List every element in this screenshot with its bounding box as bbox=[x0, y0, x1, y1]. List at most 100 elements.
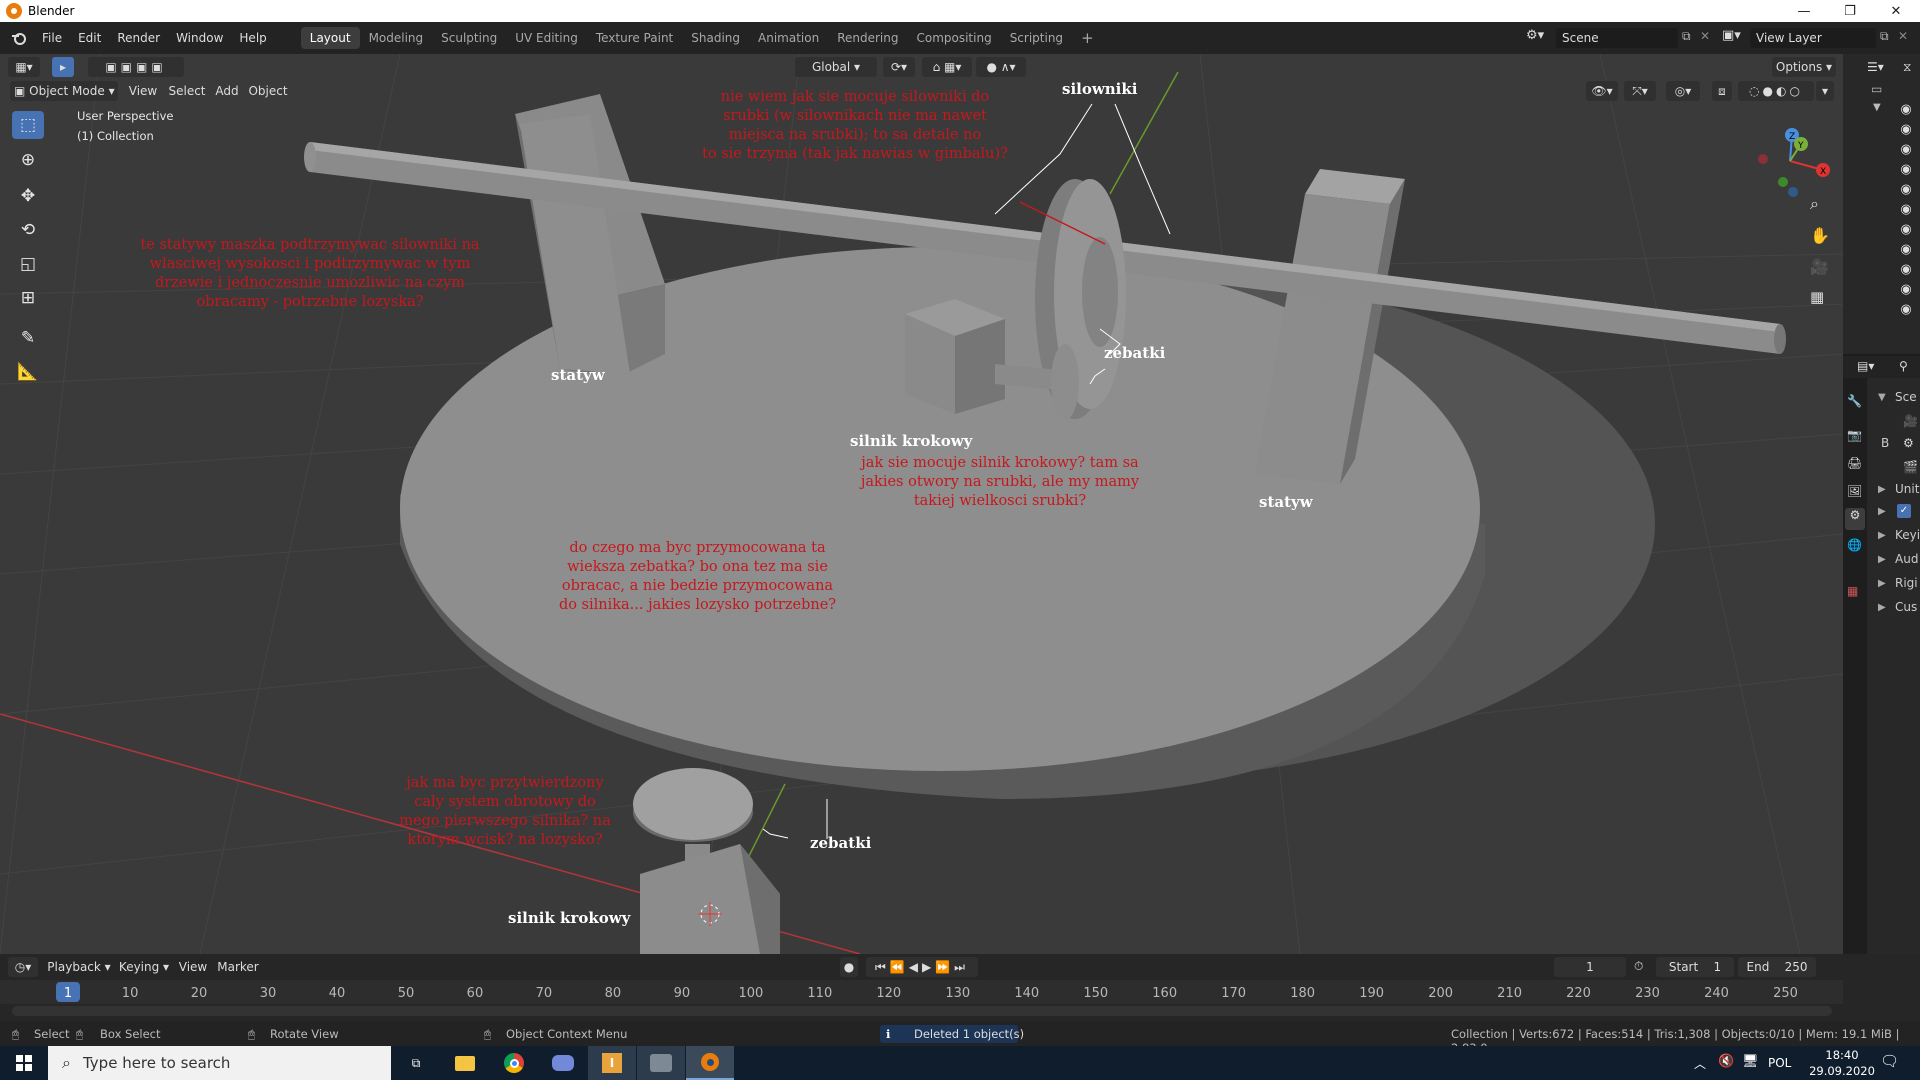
keying-menu[interactable]: Keying ▾ bbox=[116, 957, 172, 977]
visibility-eye-icon[interactable]: ◉ bbox=[1898, 102, 1914, 117]
gravity-checkbox[interactable]: ✓ bbox=[1897, 504, 1911, 518]
viewport-menu-add[interactable]: Add bbox=[212, 81, 242, 101]
tab-uv-editing[interactable]: UV Editing bbox=[506, 27, 587, 49]
viewport-menu-view[interactable]: View bbox=[126, 81, 160, 101]
rigid-panel-label[interactable]: Rigi bbox=[1895, 576, 1918, 590]
clock-time[interactable]: 18:40 bbox=[1802, 1048, 1882, 1062]
marker-menu[interactable]: Marker bbox=[214, 957, 262, 977]
texture-props-icon[interactable]: ▦ bbox=[1847, 584, 1858, 598]
scale-tool-icon[interactable]: ◱ bbox=[12, 250, 44, 278]
menu-window[interactable]: Window bbox=[168, 27, 231, 49]
network-icon[interactable]: 🖥 bbox=[1742, 1054, 1759, 1069]
tab-compositing[interactable]: Compositing bbox=[907, 27, 1000, 49]
current-frame-field[interactable]: 1 bbox=[1554, 957, 1626, 977]
ortho-toggle-icon[interactable]: ▦ bbox=[1810, 288, 1824, 306]
camera-view-icon[interactable]: 🎥 bbox=[1810, 258, 1829, 276]
pin-icon[interactable]: ⚲ bbox=[1899, 359, 1908, 373]
clip-icon[interactable]: 🎬 bbox=[1903, 460, 1918, 474]
move-tool-icon[interactable]: ✥ bbox=[12, 182, 44, 210]
menu-file[interactable]: File bbox=[34, 27, 70, 49]
collapse-icon[interactable]: ▼ bbox=[1873, 102, 1881, 113]
overlays-icon[interactable]: ◎▾ bbox=[1666, 81, 1700, 101]
keying-panel-label[interactable]: Keyi bbox=[1895, 528, 1920, 542]
blender-menu-icon[interactable] bbox=[8, 27, 30, 49]
scene-props-icon[interactable]: ⚙ bbox=[1845, 508, 1865, 530]
select-tool-icon[interactable]: ▸ bbox=[52, 57, 74, 77]
visibility-icon[interactable]: 👁▾ bbox=[1586, 81, 1618, 101]
volume-icon[interactable]: 🔇 bbox=[1718, 1054, 1734, 1069]
menu-help[interactable]: Help bbox=[231, 27, 274, 49]
view-layer-field[interactable]: View Layer bbox=[1750, 28, 1876, 48]
tool-props-icon[interactable]: 🔧 bbox=[1847, 394, 1862, 408]
background-scene-icon[interactable]: ⚙ bbox=[1903, 436, 1914, 450]
timeline-view-menu[interactable]: View bbox=[176, 957, 210, 977]
select-box-tool-icon[interactable]: ⬚ bbox=[12, 111, 44, 139]
tab-scripting[interactable]: Scripting bbox=[1001, 27, 1072, 49]
record-icon[interactable]: ● bbox=[840, 957, 858, 977]
visibility-eye-icon[interactable]: ◉ bbox=[1898, 222, 1914, 237]
units-panel-label[interactable]: Unit bbox=[1895, 482, 1919, 496]
mode-dropdown[interactable]: ▣ Object Mode ▾ bbox=[10, 81, 118, 101]
tab-modeling[interactable]: Modeling bbox=[360, 27, 433, 49]
notifications-icon[interactable]: 🗨 bbox=[1880, 1052, 1899, 1070]
tab-shading[interactable]: Shading bbox=[682, 27, 749, 49]
menu-render[interactable]: Render bbox=[109, 27, 168, 49]
scene-field[interactable]: Scene bbox=[1556, 28, 1678, 48]
annotate-tool-icon[interactable]: ✎ bbox=[12, 324, 44, 352]
new-view-layer-icon[interactable]: ⧉ bbox=[1880, 29, 1889, 44]
language-indicator[interactable]: POL bbox=[1768, 1056, 1791, 1070]
outliner-type-icon[interactable]: ☰▾ bbox=[1867, 60, 1884, 74]
add-workspace-icon[interactable]: + bbox=[1072, 27, 1103, 49]
properties-type-icon[interactable]: ▤▾ bbox=[1857, 359, 1874, 373]
editor-type-icon[interactable]: ▦▾ bbox=[8, 57, 40, 77]
output-props-icon[interactable]: 🖨 bbox=[1847, 456, 1862, 470]
visibility-eye-icon[interactable]: ◉ bbox=[1898, 202, 1914, 217]
view-layer-props-icon[interactable]: 🖼 bbox=[1847, 484, 1862, 498]
outliner-panel[interactable]: ☰▾ ⧖ ▭ ▼ ◉ ◉ ◉ ◉ ◉ ◉ ◉ ◉ ◉ ◉ ◉ bbox=[1843, 54, 1920, 354]
tray-chevron-icon[interactable]: ︿ bbox=[1694, 1055, 1706, 1072]
cursor-tool-icon[interactable]: ⊕ bbox=[12, 146, 44, 174]
tab-layout[interactable]: Layout bbox=[300, 27, 360, 49]
custom-panel-label[interactable]: Cus bbox=[1895, 600, 1917, 614]
visibility-eye-icon[interactable]: ◉ bbox=[1898, 242, 1914, 257]
outliner-filter-icon[interactable]: ⧖ bbox=[1903, 60, 1911, 75]
visibility-eye-icon[interactable]: ◉ bbox=[1898, 122, 1914, 137]
visibility-eye-icon[interactable]: ◉ bbox=[1898, 262, 1914, 277]
tab-rendering[interactable]: Rendering bbox=[828, 27, 907, 49]
visibility-eye-icon[interactable]: ◉ bbox=[1898, 302, 1914, 317]
pivot-icon[interactable]: ⟳▾ bbox=[883, 57, 915, 77]
camera-icon[interactable]: 🎥 bbox=[1903, 414, 1918, 428]
rotate-tool-icon[interactable]: ⟲ bbox=[12, 216, 44, 244]
tab-texture-paint[interactable]: Texture Paint bbox=[587, 27, 682, 49]
scene-icon[interactable]: ⚙▾ bbox=[1526, 28, 1552, 48]
minimize-button[interactable]: — bbox=[1781, 0, 1827, 22]
visibility-eye-icon[interactable]: ◉ bbox=[1898, 142, 1914, 157]
remove-scene-icon[interactable]: ✕ bbox=[1700, 29, 1710, 43]
transform-tool-icon[interactable]: ⊞ bbox=[12, 284, 44, 312]
windows-start-icon[interactable] bbox=[0, 1046, 48, 1080]
clock-date[interactable]: 29.09.2020 bbox=[1802, 1064, 1882, 1078]
remove-view-layer-icon[interactable]: ✕ bbox=[1898, 29, 1908, 43]
3d-viewport[interactable]: ▦▾ ▸ ▣▣▣▣ Global ▾ ⟳▾ ⌂ ▦▾ ● ∧▾ Options … bbox=[0, 54, 1843, 954]
file-explorer-icon[interactable] bbox=[441, 1046, 489, 1080]
menu-edit[interactable]: Edit bbox=[70, 27, 109, 49]
timeline-scrollbar[interactable] bbox=[12, 1006, 1832, 1016]
tab-sculpting[interactable]: Sculpting bbox=[432, 27, 506, 49]
options-dropdown[interactable]: Options ▾ bbox=[1772, 57, 1836, 77]
visibility-eye-icon[interactable]: ◉ bbox=[1898, 282, 1914, 297]
chrome-icon[interactable] bbox=[490, 1046, 538, 1080]
world-props-icon[interactable]: 🌐 bbox=[1847, 538, 1862, 552]
blender-taskbar-icon[interactable] bbox=[686, 1046, 734, 1080]
app-icon[interactable]: I bbox=[588, 1046, 636, 1080]
proportional-edit-icon[interactable]: ● ∧▾ bbox=[976, 57, 1026, 77]
viewport-menu-select[interactable]: Select bbox=[166, 81, 208, 101]
close-button[interactable]: ✕ bbox=[1873, 0, 1919, 22]
playback-controls[interactable]: ⏮⏪◀▶⏩⏭ bbox=[866, 957, 978, 977]
xray-icon[interactable]: ⧈ bbox=[1712, 81, 1732, 101]
pan-hand-icon[interactable]: ✋ bbox=[1810, 226, 1830, 245]
timeline-panel[interactable]: ◷▾ Playback ▾ Keying ▾ View Marker ● ⏮⏪◀… bbox=[0, 954, 1843, 1026]
transform-orientation-dropdown[interactable]: Global ▾ bbox=[795, 57, 877, 77]
selection-mode-icons[interactable]: ▣▣▣▣ bbox=[88, 57, 184, 77]
audio-panel-label[interactable]: Aud bbox=[1895, 552, 1918, 566]
task-view-icon[interactable]: ⧉ bbox=[392, 1046, 440, 1080]
